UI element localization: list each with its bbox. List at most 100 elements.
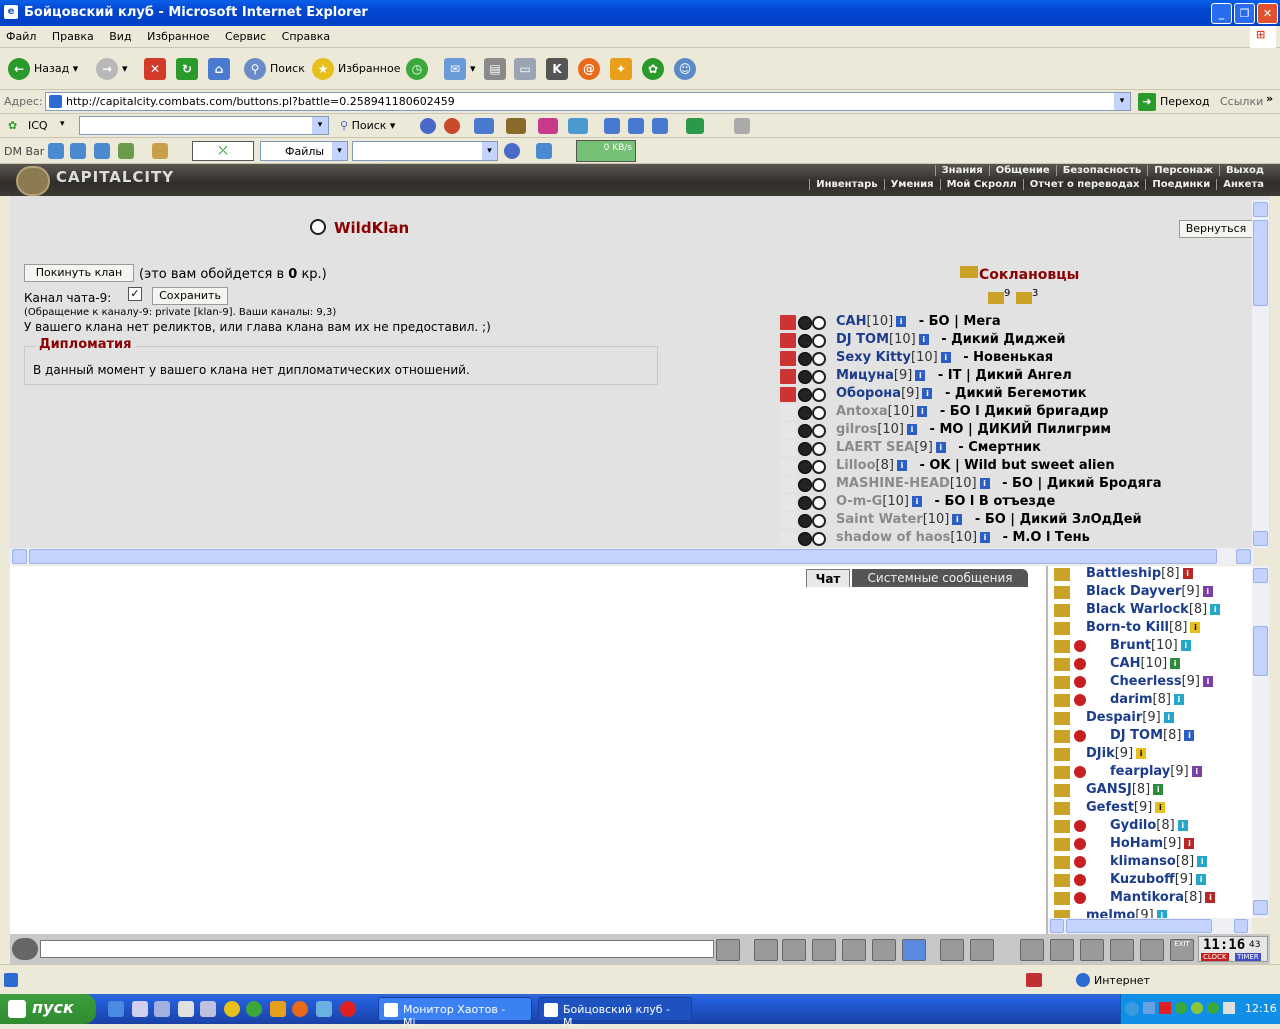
- online-user-name[interactable]: Black Warlock: [1086, 602, 1189, 617]
- tray-icq-icon[interactable]: [1175, 1002, 1187, 1014]
- clear-icon[interactable]: [754, 939, 778, 961]
- private-message-icon[interactable]: [1054, 730, 1070, 743]
- member-name[interactable]: Оборона: [836, 386, 901, 401]
- online-user-name[interactable]: Gydilo: [1110, 818, 1156, 833]
- quicklaunch-icon-8[interactable]: [270, 1001, 286, 1017]
- member-name[interactable]: Sexy Kitty: [836, 350, 911, 365]
- nav-inventory[interactable]: Инвентарь: [809, 179, 883, 190]
- icq-search-dropdown-icon[interactable]: ▾: [312, 117, 328, 134]
- helmet-icon[interactable]: [970, 939, 994, 961]
- dm-search-dropdown-icon[interactable]: ▾: [482, 142, 497, 160]
- online-user-name[interactable]: Mantikora: [1110, 890, 1184, 905]
- back-button[interactable]: ← Назад ▾: [8, 56, 78, 82]
- info-icon[interactable]: i: [1163, 712, 1174, 723]
- quicklaunch-icon-2[interactable]: [132, 1001, 148, 1017]
- icq-toolbar-button[interactable]: ✿: [642, 56, 668, 82]
- online-user-name[interactable]: DJik: [1086, 746, 1115, 761]
- scroll-down-icon[interactable]: [1253, 531, 1268, 546]
- scroll-icon[interactable]: [1050, 939, 1074, 961]
- go-arrow-icon[interactable]: ➜: [1138, 93, 1156, 111]
- online-user-name[interactable]: Gefest: [1086, 800, 1134, 815]
- address-input[interactable]: http://capitalcity.combats.com/buttons.p…: [45, 92, 1131, 111]
- online-user-name[interactable]: Brunt: [1110, 638, 1151, 653]
- people-icon[interactable]: [444, 118, 460, 134]
- gift-icon[interactable]: [538, 118, 558, 134]
- online-list-scrollbar[interactable]: [1252, 566, 1269, 918]
- info-icon[interactable]: i: [1153, 784, 1164, 795]
- tray-icon-6[interactable]: [1223, 1002, 1235, 1014]
- exit-button[interactable]: EXIT: [1170, 939, 1194, 961]
- scroll-up-icon[interactable]: [1253, 202, 1268, 217]
- chat-bubble-icon[interactable]: [474, 118, 494, 134]
- tool-icon-2[interactable]: [628, 118, 644, 134]
- info-icon[interactable]: i: [1184, 838, 1195, 849]
- refresh-button[interactable]: ↻: [176, 56, 202, 82]
- info-icon[interactable]: i: [1196, 874, 1207, 885]
- menu-favorites[interactable]: Избранное: [141, 26, 215, 43]
- scroll-thumb[interactable]: [1253, 626, 1268, 676]
- private-message-icon[interactable]: [1054, 640, 1070, 653]
- tray-chevron-icon[interactable]: [1125, 1002, 1139, 1016]
- scroll-left-icon[interactable]: [12, 549, 27, 564]
- info-icon[interactable]: i: [1203, 676, 1214, 687]
- info-icon[interactable]: i: [980, 532, 991, 543]
- info-icon[interactable]: i: [1136, 748, 1147, 759]
- scroll-up-icon[interactable]: [1253, 568, 1268, 583]
- history-button[interactable]: ◷: [406, 56, 432, 82]
- online-user-name[interactable]: Black Dayver: [1086, 584, 1181, 599]
- nav-transfers[interactable]: Отчет о переводах: [1022, 179, 1146, 190]
- group-icon[interactable]: [1110, 939, 1134, 961]
- dm-search-input[interactable]: ▾: [352, 141, 498, 161]
- info-icon[interactable]: i: [952, 514, 963, 525]
- private-message-icon[interactable]: [1054, 820, 1070, 833]
- timer-label[interactable]: TIMER: [1235, 953, 1261, 961]
- menu-file[interactable]: Файл: [0, 26, 42, 43]
- info-icon[interactable]: i: [907, 424, 917, 435]
- info-icon[interactable]: i: [1184, 730, 1195, 741]
- save-channel-button[interactable]: Сохранить: [152, 287, 228, 305]
- private-message-icon[interactable]: [1054, 604, 1070, 617]
- member-name[interactable]: Saint Water: [836, 512, 923, 527]
- upper-vertical-scrollbar[interactable]: [1252, 200, 1269, 548]
- tray-icon-4[interactable]: [1191, 1002, 1203, 1014]
- info-icon[interactable]: i: [896, 460, 907, 471]
- online-user-name[interactable]: САН: [1110, 656, 1140, 671]
- member-name[interactable]: MASHINE-HEAD: [836, 476, 950, 491]
- print-button[interactable]: ▤: [484, 56, 510, 82]
- stop-button[interactable]: ✕: [144, 56, 170, 82]
- info-icon[interactable]: i: [940, 352, 951, 363]
- checkmark-icon[interactable]: [686, 118, 704, 134]
- dm-search-icon[interactable]: [504, 143, 520, 159]
- contacts-button[interactable]: ☺: [674, 56, 700, 82]
- links-button[interactable]: Ссылки: [1220, 95, 1263, 108]
- go-button[interactable]: Переход: [1160, 95, 1210, 108]
- quicklaunch-icon-5[interactable]: [200, 1001, 216, 1017]
- online-user-name[interactable]: Battleship: [1086, 566, 1161, 581]
- upper-horizontal-scrollbar[interactable]: [10, 548, 1253, 565]
- online-user-name[interactable]: DJ TOM: [1110, 728, 1163, 743]
- menu-tools[interactable]: Сервис: [219, 26, 272, 43]
- quicklaunch-ie-icon[interactable]: [108, 1001, 124, 1017]
- cloud-icon[interactable]: [568, 118, 588, 134]
- member-name[interactable]: Antoxa: [836, 404, 888, 419]
- dm-icon-2[interactable]: [70, 143, 86, 159]
- inventory-bag-icon[interactable]: [1020, 939, 1044, 961]
- messenger-button[interactable]: ✦: [610, 56, 636, 82]
- back-to-page-button[interactable]: Вернуться: [1179, 220, 1253, 238]
- icq-search-button[interactable]: ⚲ Поиск ▾: [340, 119, 395, 132]
- info-icon[interactable]: i: [918, 334, 929, 345]
- private-message-icon[interactable]: [1054, 838, 1070, 851]
- leave-clan-button[interactable]: Покинуть клан: [24, 264, 134, 282]
- dm-icon-4[interactable]: [118, 143, 134, 159]
- info-icon[interactable]: i: [1173, 694, 1184, 705]
- globe-icon[interactable]: [420, 118, 436, 134]
- info-icon[interactable]: i: [1155, 802, 1166, 813]
- scroll-down-icon[interactable]: [1253, 900, 1268, 915]
- info-icon[interactable]: i: [922, 388, 933, 399]
- download-icon[interactable]: [536, 143, 552, 159]
- menu-edit[interactable]: Правка: [46, 26, 100, 43]
- private-message-icon[interactable]: [1054, 856, 1070, 869]
- at-button[interactable]: @: [578, 56, 604, 82]
- home-button[interactable]: ⌂: [208, 56, 234, 82]
- files-dropdown-icon[interactable]: ▾: [332, 142, 347, 160]
